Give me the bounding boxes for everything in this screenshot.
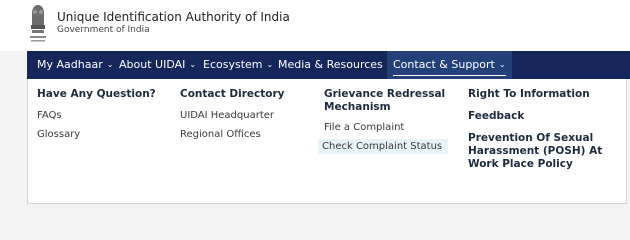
chevron-down-icon: ⌄ [498,60,506,69]
active-underline [393,75,506,76]
site-header: Unique Identification Authority of India… [0,0,630,51]
chevron-down-icon: ⌄ [189,60,197,69]
chevron-down-icon: ⌄ [266,60,274,69]
posh-line: Prevention Of Sexual [468,132,594,144]
posh-line: Work Place Policy [468,158,573,170]
chevron-down-icon: ⌄ [106,60,114,69]
national-emblem-icon [30,5,46,42]
nav-label: Ecosystem [203,58,263,71]
nav-about-uidai[interactable]: About UIDAI ⌄ [119,51,196,79]
nav-my-aadhaar[interactable]: My Aadhaar ⌄ [37,51,113,79]
org-subtitle: Government of India [57,25,150,35]
nav-label: About UIDAI [119,58,186,71]
link-posh-policy[interactable]: Prevention Of Sexual Harassment (POSH) A… [468,132,602,171]
link-feedback[interactable]: Feedback [468,110,524,123]
nav-contact-support[interactable]: Contact & Support ⌄ [387,51,512,79]
link-faqs[interactable]: FAQs [37,110,62,121]
link-check-complaint-status[interactable]: Check Complaint Status [318,139,448,154]
link-uidai-headquarter[interactable]: UIDAI Headquarter [180,110,274,121]
heading-line: Grievance Redressal [324,88,446,100]
nav-label: Media & Resources [278,58,383,71]
link-glossary[interactable]: Glossary [37,129,80,140]
nav-label: Contact & Support [393,58,495,71]
heading-grievance-redressal: Grievance Redressal Mechanism [324,88,445,114]
nav-ecosystem[interactable]: Ecosystem ⌄ [203,51,273,79]
heading-have-any-question: Have Any Question? [37,88,156,100]
posh-line: Harassment (POSH) At [468,145,603,157]
heading-line: Mechanism [324,101,391,113]
main-navbar: My Aadhaar ⌄ About UIDAI ⌄ Ecosystem ⌄ Medi… [27,51,630,79]
org-name: Unique Identification Authority of India [57,10,290,24]
link-regional-offices[interactable]: Regional Offices [180,129,261,140]
nav-media-resources[interactable]: Media & Resources⌄ [278,51,394,79]
contact-support-dropdown: Have Any Question? FAQs Glossary Contact… [27,79,627,204]
heading-contact-directory: Contact Directory [180,88,285,100]
link-right-to-information[interactable]: Right To Information [468,88,590,101]
nav-label: My Aadhaar [37,58,103,71]
link-file-a-complaint[interactable]: File a Complaint [324,122,404,133]
